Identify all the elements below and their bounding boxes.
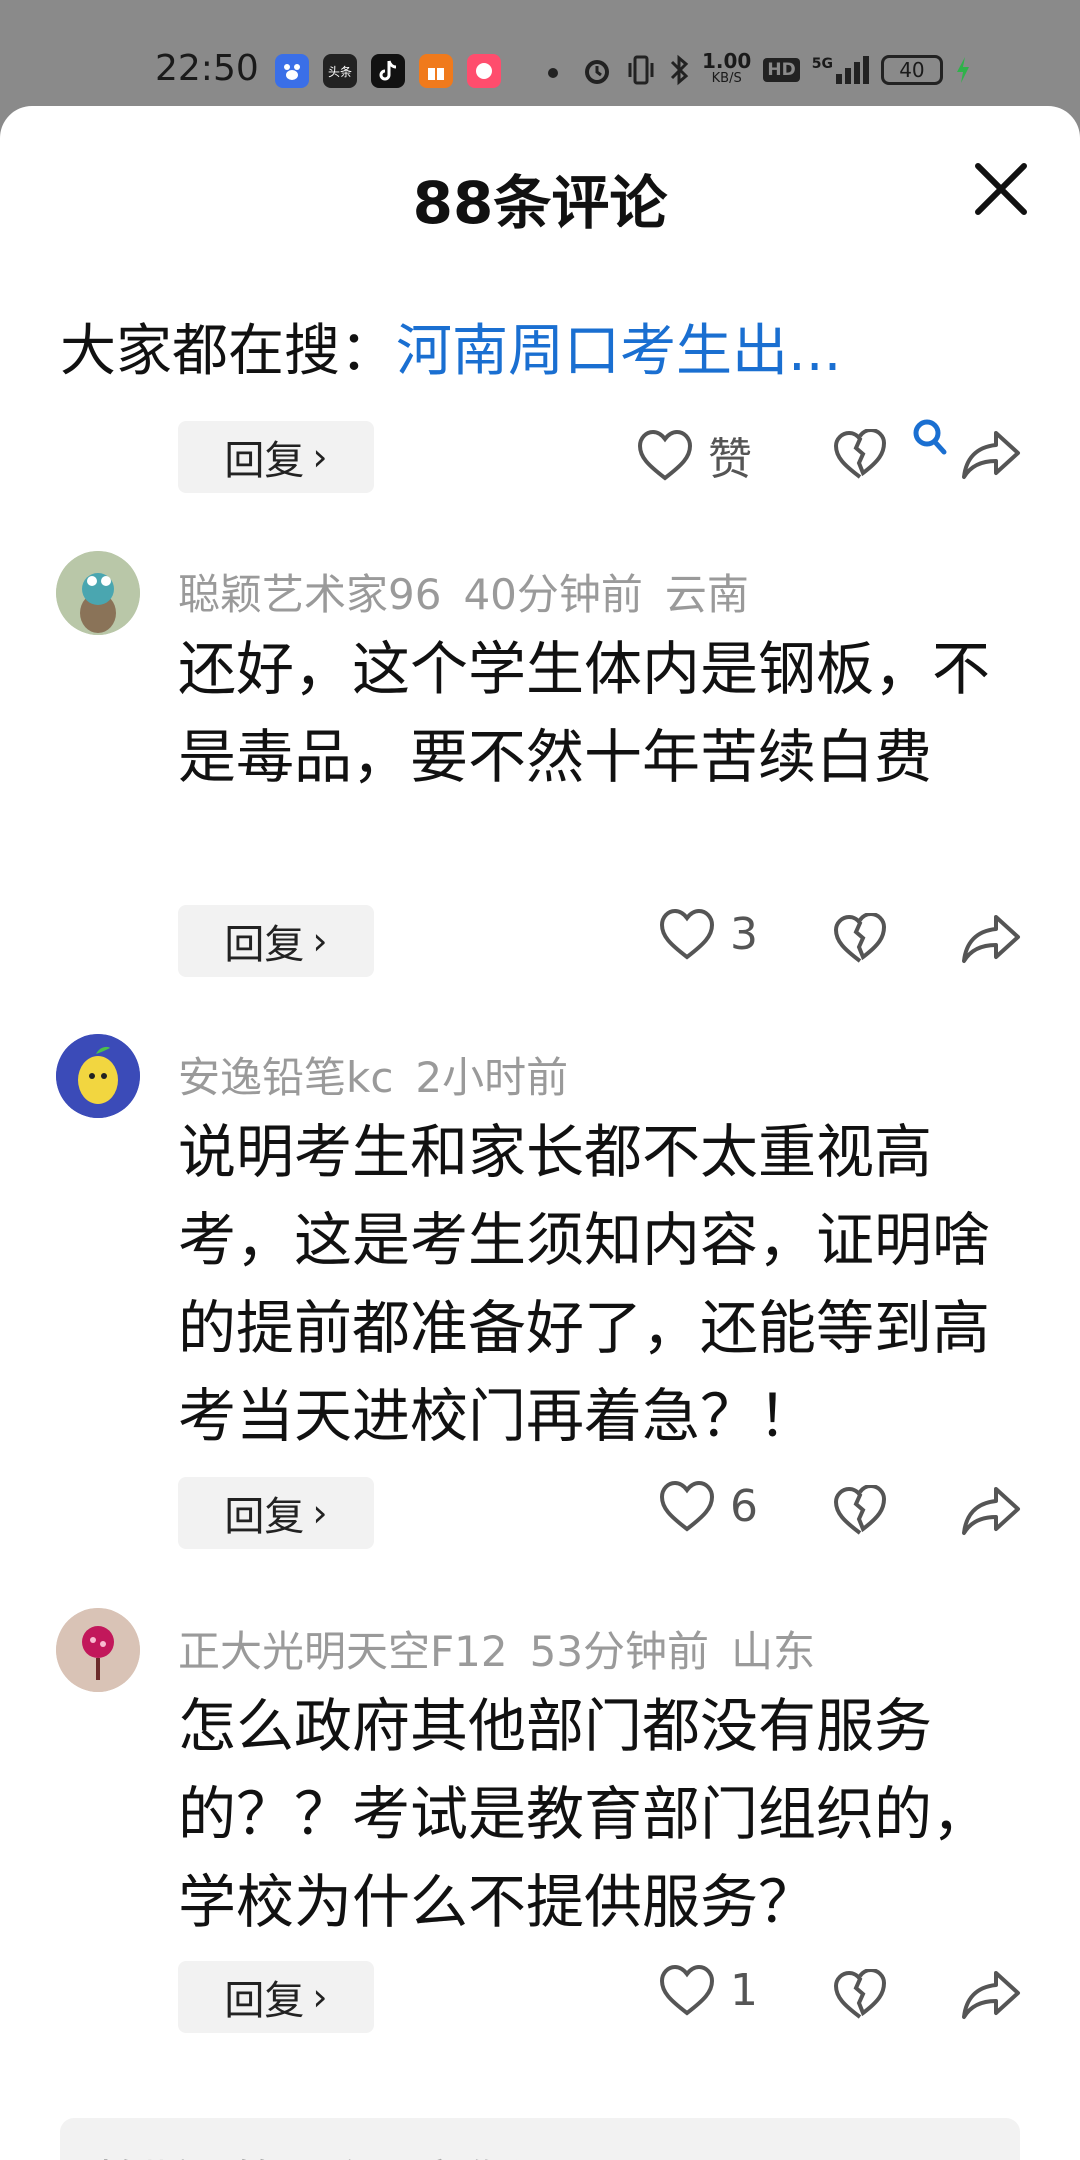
comment-text: 说明考生和家长都不太重视高考，这是考生须知内容，证明啥的提前都准备好了，还能等到…	[178, 1118, 991, 1450]
comment-input[interactable]: 恰斯一筐一个三字你还	[60, 2118, 1020, 2160]
comment-actions: 回复 › 1	[0, 1961, 1080, 2037]
broken-heart-icon[interactable]	[832, 1485, 888, 1537]
heart-icon	[659, 908, 715, 960]
reply-button[interactable]: 回复 ›	[178, 1961, 374, 2033]
comment-text: 怎么政府其他部门都没有服务的？？考试是教育部门组织的，学校为什么不提供服务？	[178, 1692, 991, 1936]
comment-text: 还好，这个学生体内是钢板，不是毒品，要不然十年苦续白费	[178, 635, 991, 791]
gift-app-icon	[419, 54, 453, 88]
comment-actions: 回复 › 6	[0, 1477, 1080, 1553]
net-speed: 1.00 KB/S	[702, 49, 752, 86]
like-button[interactable]: 赞	[636, 423, 752, 487]
broken-heart-icon[interactable]	[832, 913, 888, 965]
comment-location: 山东	[731, 1627, 816, 1676]
like-count: 3	[730, 908, 758, 960]
like-button[interactable]: 6	[658, 1479, 758, 1533]
reply-button[interactable]: 回复 ›	[178, 421, 374, 493]
douyin-icon	[371, 54, 405, 88]
like-count: 6	[730, 1480, 758, 1532]
bluetooth-icon	[670, 54, 689, 86]
sheet-title: 88条评论	[412, 169, 668, 237]
avatar[interactable]	[56, 1608, 140, 1692]
like-count: 1	[730, 1964, 758, 2016]
hd-icon: HD	[763, 58, 800, 82]
broken-heart-icon[interactable]	[832, 1969, 888, 2021]
share-icon[interactable]	[960, 1485, 1022, 1537]
reply-button[interactable]: 回复 ›	[178, 1477, 374, 1549]
avatar[interactable]	[56, 551, 140, 635]
status-time: 22:50	[155, 48, 259, 89]
like-button[interactable]: 3	[658, 907, 758, 961]
status-dot	[548, 68, 558, 78]
heart-icon	[659, 1964, 715, 2016]
toutiao-icon: 头条	[323, 54, 357, 88]
share-icon[interactable]	[960, 429, 1022, 481]
prev-comment-actions: 回复 › 赞	[0, 421, 1080, 497]
chevron-right-icon: ›	[312, 1975, 328, 2019]
comment-time: 2小时前	[415, 1053, 569, 1102]
reply-label: 回复	[224, 1978, 305, 2024]
trending-search-term[interactable]: 河南周口考生出...	[396, 319, 841, 384]
like-label: 赞	[708, 434, 752, 485]
trending-search[interactable]: 大家都在搜：河南周口考生出...	[60, 306, 841, 387]
broken-heart-icon[interactable]	[832, 429, 888, 481]
comment-meta: 聪颖艺术家96 40分钟前 云南	[178, 561, 771, 622]
battery-icon: 40	[880, 55, 943, 85]
reply-label: 回复	[224, 1494, 305, 1540]
alarm-icon	[585, 60, 609, 84]
chevron-right-icon: ›	[312, 1491, 328, 1535]
comment-actions: 回复 › 3	[0, 905, 1080, 981]
comment-location: 云南	[664, 570, 749, 619]
reply-label: 回复	[224, 922, 305, 968]
baidu-icon	[275, 54, 309, 88]
signal-icon: 5G	[812, 56, 869, 84]
comments-sheet: 88条评论 大家都在搜：河南周口考生出... 回复 › 赞 聪颖艺术家96 40分…	[0, 106, 1080, 2160]
comment-time: 40分钟前	[463, 570, 643, 619]
comment-username[interactable]: 安逸铅笔kc	[178, 1053, 393, 1102]
share-icon[interactable]	[960, 1969, 1022, 2021]
comment-meta: 正大光明天空F12 53分钟前 山东	[178, 1618, 837, 1679]
reply-button[interactable]: 回复 ›	[178, 905, 374, 977]
notification-icons: 头条	[275, 54, 501, 88]
comment-time: 53分钟前	[529, 1627, 710, 1676]
reply-label: 回复	[224, 438, 305, 484]
vibrate-icon	[628, 55, 654, 85]
avatar[interactable]	[56, 1034, 140, 1118]
trending-search-prefix: 大家都在搜：	[60, 319, 396, 384]
status-right-icons: 1.00 KB/S HD 5G 40	[580, 49, 971, 88]
close-icon[interactable]	[970, 158, 1032, 220]
comment-username[interactable]: 正大光明天空F12	[178, 1627, 508, 1676]
shopping-app-icon	[467, 54, 501, 88]
status-bar: 22:50 头条 1.00 KB/S HD 5G 40	[0, 0, 1080, 110]
chevron-right-icon: ›	[312, 435, 328, 479]
comment-meta: 安逸铅笔kc 2小时前	[178, 1044, 590, 1105]
comment-username[interactable]: 聪颖艺术家96	[178, 570, 441, 619]
heart-icon	[637, 429, 693, 481]
chevron-right-icon: ›	[312, 919, 328, 963]
like-button[interactable]: 1	[658, 1963, 758, 2017]
charging-icon	[956, 57, 969, 83]
heart-icon	[659, 1480, 715, 1532]
share-icon[interactable]	[960, 913, 1022, 965]
